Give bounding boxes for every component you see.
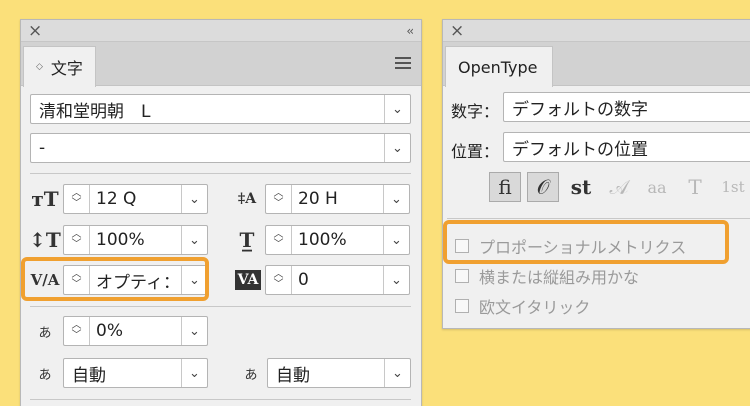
close-icon[interactable]: × — [28, 20, 42, 42]
figure-dropdown[interactable]: デフォルトの数字 — [503, 92, 750, 122]
tab-character[interactable]: ◇ 文字 — [23, 46, 96, 87]
vertical-scale-stepper[interactable]: ︿ ﹀ 100% ⌄ — [63, 225, 208, 255]
tracking-value: 0 — [298, 270, 309, 290]
chevron-down-icon[interactable]: ⌄ — [384, 95, 410, 123]
chevron-down-icon[interactable]: ⌄ — [181, 359, 207, 387]
checkbox-icon[interactable] — [455, 299, 469, 313]
figure-label: 数字： — [451, 102, 500, 121]
swash-button[interactable]: 𝒜 — [603, 172, 635, 202]
leading-stepper[interactable]: ︿ ﹀ 20 H ⌄ — [265, 184, 410, 214]
horizontal-vertical-kana-checkbox[interactable]: 横または縦組み用かな — [455, 264, 639, 288]
position-value: デフォルトの位置 — [512, 139, 648, 160]
panel-menu-icon[interactable] — [395, 57, 411, 69]
tab-opentype[interactable]: OpenType — [445, 46, 553, 87]
updown-icon: ◇ — [36, 62, 43, 72]
collapse-icon[interactable]: ‹‹ — [406, 20, 413, 42]
leading-value: 20 H — [298, 189, 338, 209]
horizontal-vertical-kana-label: 横または縦組み用かな — [479, 268, 640, 287]
chevron-down-icon[interactable]: ⌄ — [383, 266, 409, 294]
divider — [30, 306, 411, 307]
vertical-scale-value: 100% — [96, 230, 145, 250]
opentype-panel: × OpenType 数字： デフォルトの数字 位置： デフォルトの位置 ﬁ 𝒪… — [442, 19, 750, 329]
font-size-icon: ᴛT — [31, 187, 59, 211]
contextual-alternates-button[interactable]: 𝒪 — [527, 172, 559, 202]
tab-character-label: 文字 — [50, 59, 83, 78]
roman-italic-checkbox[interactable]: 欧文イタリック — [455, 294, 590, 318]
tracking-stepper[interactable]: ︿ ﹀ 0 ⌄ — [265, 265, 410, 295]
tab-opentype-label: OpenType — [458, 57, 538, 77]
aki-left-value: 自動 — [72, 365, 106, 386]
panel-title-bar[interactable]: × ‹‹ — [21, 20, 421, 42]
aki-left-icon: あ — [38, 367, 52, 383]
chevron-down-icon[interactable]: ⌄ — [384, 359, 410, 387]
font-size-stepper[interactable]: ︿ ﹀ 12 Q ⌄ — [63, 184, 208, 214]
panel-tab-bar: OpenType — [443, 42, 750, 87]
chevron-down-icon[interactable]: ⌄ — [181, 185, 207, 213]
tsume-value: 0% — [96, 321, 123, 341]
stylistic-alternates-button[interactable]: aa — [641, 172, 673, 202]
divider — [30, 399, 411, 400]
divider — [447, 218, 750, 219]
font-style-dropdown[interactable]: - ⌄ — [30, 133, 411, 163]
aki-left-dropdown[interactable]: 自動 ⌄ — [63, 358, 208, 388]
font-size-value: 12 Q — [96, 189, 137, 209]
aki-right-icon: あ — [244, 367, 258, 383]
leading-icon: ‡A — [237, 191, 257, 207]
chevron-down-icon[interactable]: ⌄ — [181, 317, 207, 345]
horizontal-scale-icon: T̲ — [239, 228, 255, 252]
feature-buttons: ﬁ 𝒪 st 𝒜 aa T 1st — [489, 172, 749, 202]
tsume-stepper[interactable]: ︿ ﹀ 0% ⌄ — [63, 316, 208, 346]
titling-alternates-button[interactable]: T — [679, 172, 711, 202]
close-icon[interactable]: × — [450, 20, 464, 42]
position-dropdown[interactable]: デフォルトの位置 — [503, 132, 750, 162]
checkbox-icon[interactable] — [455, 269, 469, 283]
divider — [30, 173, 411, 174]
roman-italic-label: 欧文イタリック — [479, 298, 591, 317]
stepper-arrows-icon[interactable]: ︿ ﹀ — [64, 185, 90, 213]
stepper-arrows-icon[interactable]: ︿ ﹀ — [266, 226, 292, 254]
ligature-button[interactable]: ﬁ — [489, 172, 521, 202]
tracking-icon: VA — [235, 270, 261, 290]
ordinals-button[interactable]: 1st — [717, 172, 749, 202]
stepper-arrows-icon[interactable]: ︿ ﹀ — [64, 317, 90, 345]
horizontal-scale-stepper[interactable]: ︿ ﹀ 100% ⌄ — [265, 225, 410, 255]
position-label: 位置： — [451, 142, 500, 161]
panel-title-bar[interactable]: × — [443, 20, 750, 42]
chevron-down-icon[interactable]: ⌄ — [384, 134, 410, 162]
vertical-scale-icon: ↕T — [29, 228, 61, 252]
aki-right-value: 自動 — [276, 365, 310, 386]
kerning-highlight — [21, 257, 209, 301]
chevron-down-icon[interactable]: ⌄ — [181, 226, 207, 254]
tsume-icon: あ — [38, 325, 52, 341]
discretionary-ligature-button[interactable]: st — [565, 172, 597, 202]
horizontal-scale-value: 100% — [298, 230, 347, 250]
chevron-down-icon[interactable]: ⌄ — [383, 226, 409, 254]
panel-tab-bar: ◇ 文字 — [21, 42, 421, 87]
character-panel: × ‹‹ ◇ 文字 清和堂明朝 L ⌄ - ⌄ ᴛT ︿ ﹀ 12 Q ⌄ ‡A … — [20, 19, 422, 406]
stepper-arrows-icon[interactable]: ︿ ﹀ — [266, 185, 292, 213]
stepper-arrows-icon[interactable]: ︿ ﹀ — [266, 266, 292, 294]
proportional-metrics-highlight — [443, 220, 729, 264]
figure-value: デフォルトの数字 — [512, 99, 648, 120]
stepper-arrows-icon[interactable]: ︿ ﹀ — [64, 226, 90, 254]
font-family-value: 清和堂明朝 L — [39, 101, 151, 122]
aki-right-dropdown[interactable]: 自動 ⌄ — [267, 358, 411, 388]
font-family-dropdown[interactable]: 清和堂明朝 L ⌄ — [30, 94, 411, 124]
font-style-value: - — [39, 138, 46, 158]
chevron-down-icon[interactable]: ⌄ — [383, 185, 409, 213]
